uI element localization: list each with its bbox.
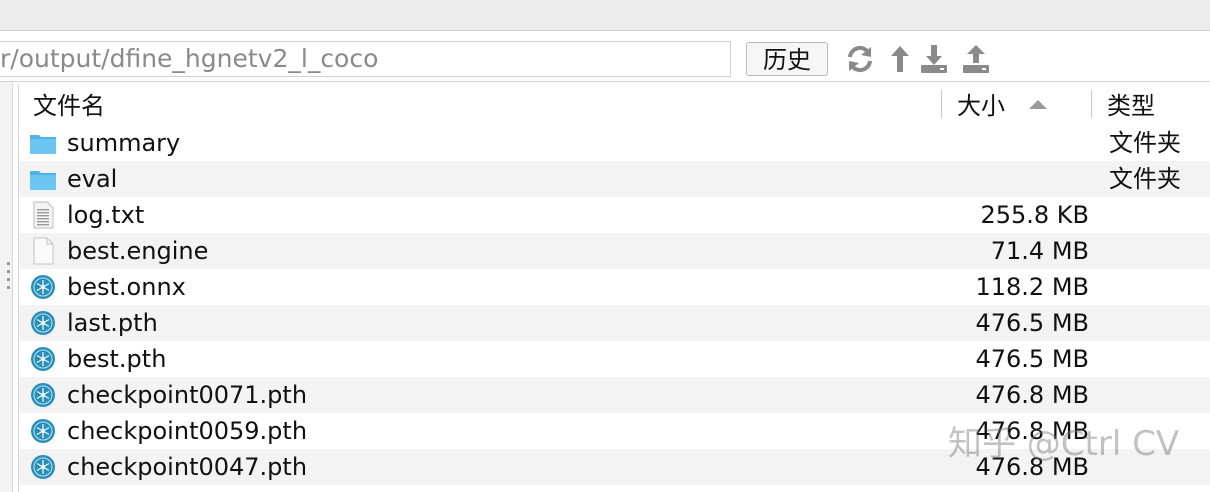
table-row[interactable]: summary 文件夹 xyxy=(19,125,1210,161)
window-top-strip xyxy=(0,0,1210,31)
model-file-icon xyxy=(29,345,57,373)
sidebar-edge[interactable] xyxy=(0,82,13,492)
folder-icon xyxy=(29,129,57,157)
file-name: summary xyxy=(67,129,181,157)
history-button[interactable]: 历史 xyxy=(746,42,828,76)
upload-icon[interactable] xyxy=(960,43,992,75)
resize-grip[interactable] xyxy=(7,278,10,281)
file-name: checkpoint0047.pth xyxy=(67,453,308,481)
file-name: best.pth xyxy=(67,345,167,373)
column-header-size[interactable]: 大小 xyxy=(957,84,1005,124)
text-file-icon xyxy=(29,201,57,229)
table-row[interactable]: last.pth 476.5 MB xyxy=(19,305,1210,341)
file-name: checkpoint0071.pth xyxy=(67,381,308,409)
file-size: 476.5 MB xyxy=(975,345,1089,373)
file-size: 71.4 MB xyxy=(990,237,1089,265)
file-name: best.engine xyxy=(67,237,209,265)
model-file-icon xyxy=(29,453,57,481)
column-divider[interactable] xyxy=(1091,90,1092,118)
file-type: 文件夹 xyxy=(1109,165,1181,193)
path-input[interactable]: r/output/dfine_hgnetv2_l_coco xyxy=(0,41,731,77)
resize-grip[interactable] xyxy=(7,286,10,289)
column-header-type[interactable]: 类型 xyxy=(1107,84,1155,124)
blank-file-icon xyxy=(29,237,57,265)
table-row[interactable]: best.pth 476.5 MB xyxy=(19,341,1210,377)
file-name: eval xyxy=(67,165,118,193)
table-header: 文件名 大小 类型 xyxy=(19,84,1210,124)
model-file-icon xyxy=(29,381,57,409)
download-icon[interactable] xyxy=(918,43,950,75)
file-name: log.txt xyxy=(67,201,145,229)
file-size: 476.5 MB xyxy=(975,309,1089,337)
folder-icon xyxy=(29,165,57,193)
file-name: checkpoint0059.pth xyxy=(67,417,308,445)
file-size: 118.2 MB xyxy=(975,273,1089,301)
resize-grip[interactable] xyxy=(7,262,10,265)
refresh-icon[interactable] xyxy=(844,43,876,75)
column-divider[interactable] xyxy=(941,90,942,118)
upload-arrow-icon[interactable] xyxy=(884,43,916,75)
model-file-icon xyxy=(29,309,57,337)
path-bar: r/output/dfine_hgnetv2_l_coco 历史 xyxy=(0,31,1210,82)
table-row[interactable]: best.onnx 118.2 MB xyxy=(19,269,1210,305)
model-file-icon xyxy=(29,417,57,445)
table-row[interactable]: best.engine 71.4 MB xyxy=(19,233,1210,269)
file-size: 255.8 KB xyxy=(980,201,1089,229)
file-name: last.pth xyxy=(67,309,158,337)
watermark: 知乎 @Ctrl CV xyxy=(948,424,1180,464)
model-file-icon xyxy=(29,273,57,301)
table-row[interactable]: log.txt 255.8 KB xyxy=(19,197,1210,233)
file-name: best.onnx xyxy=(67,273,186,301)
resize-grip[interactable] xyxy=(7,270,10,273)
column-header-name[interactable]: 文件名 xyxy=(33,84,105,124)
file-type: 文件夹 xyxy=(1109,129,1181,157)
table-row[interactable]: eval 文件夹 xyxy=(19,161,1210,197)
sort-ascending-icon xyxy=(1029,100,1047,109)
file-size: 476.8 MB xyxy=(975,381,1089,409)
table-row[interactable]: checkpoint0071.pth 476.8 MB xyxy=(19,377,1210,413)
